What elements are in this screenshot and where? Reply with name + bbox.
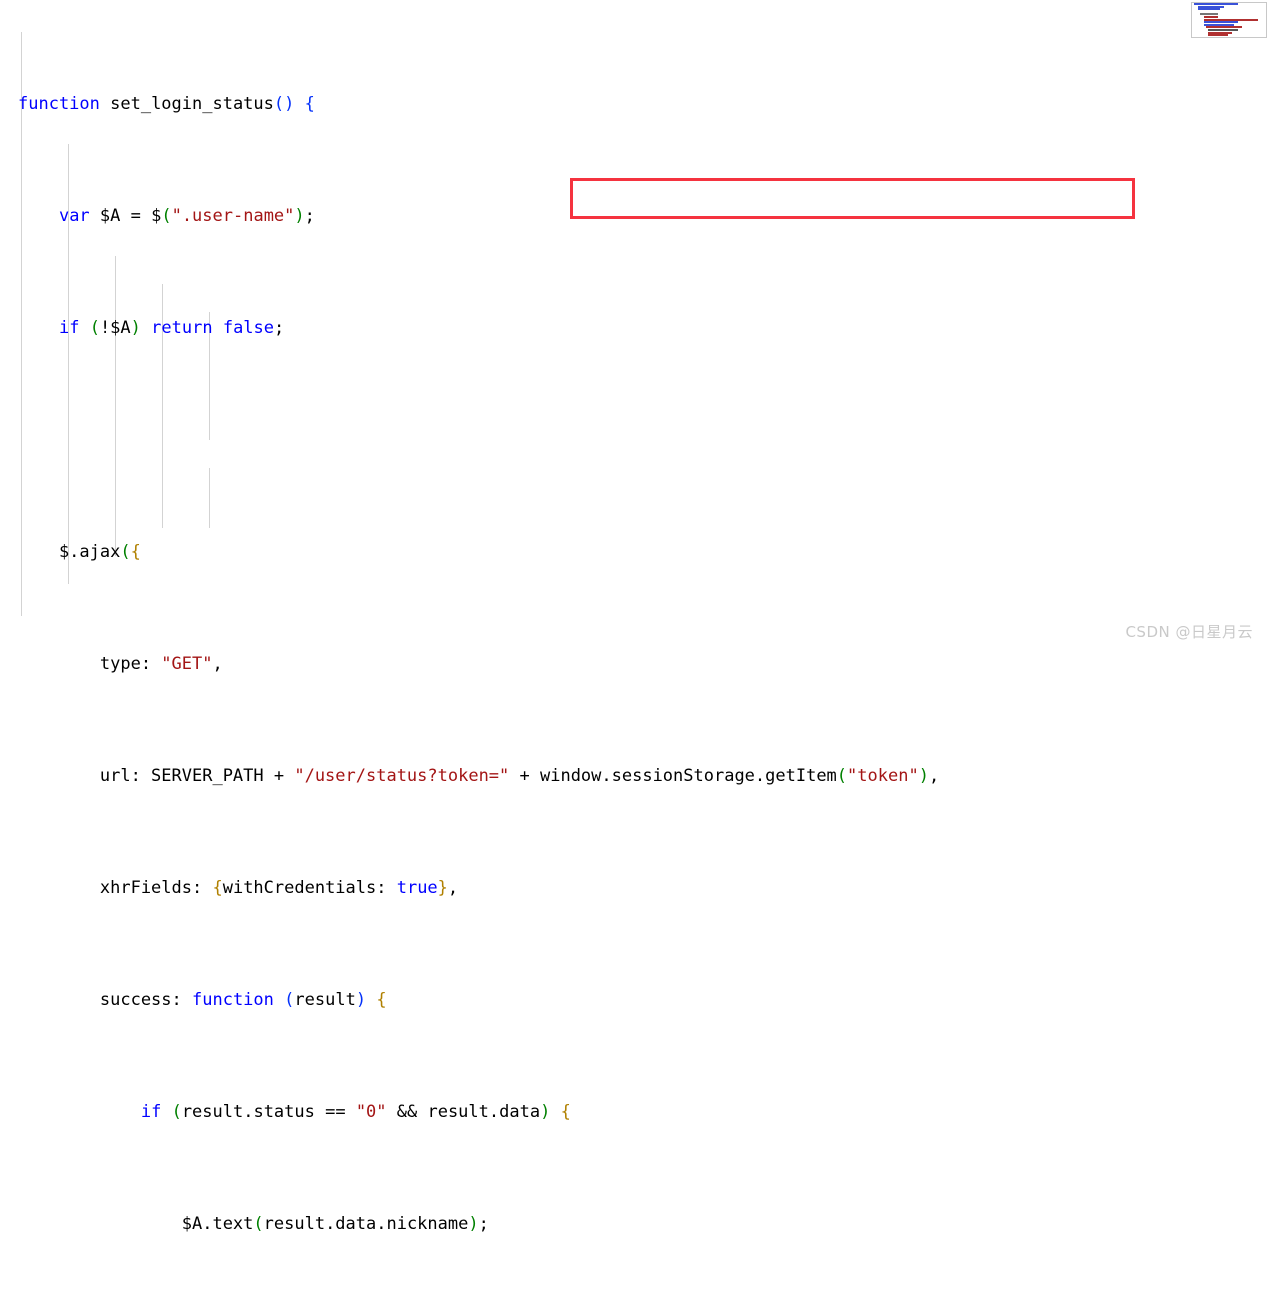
code-line: $.ajax({ [18, 542, 141, 562]
code-line: type: "GET", [18, 654, 223, 674]
code-minimap-thumbnail[interactable] [1191, 2, 1267, 38]
code-line: xhrFields: {withCredentials: true}, [18, 878, 459, 898]
code-line: if (result.status == "0" && result.data)… [140, 1102, 571, 1122]
code-line: var $A = $(".user-name"); [58, 206, 315, 226]
code-editor[interactable]: function set_login_status() { var $A = $… [0, 0, 1271, 1234]
code-line: if (!$A) return false; [58, 318, 285, 338]
code-line: success: function (result) { [18, 990, 387, 1010]
csdn-watermark: CSDN @日星月云 [1125, 623, 1253, 641]
code-content: function set_login_status() { var $A = $… [18, 6, 939, 1304]
code-line: function set_login_status() { [18, 94, 315, 114]
code-line: $A.text(result.data.nickname); [18, 1214, 489, 1234]
code-line: url: SERVER_PATH + "/user/status?token="… [18, 766, 940, 786]
